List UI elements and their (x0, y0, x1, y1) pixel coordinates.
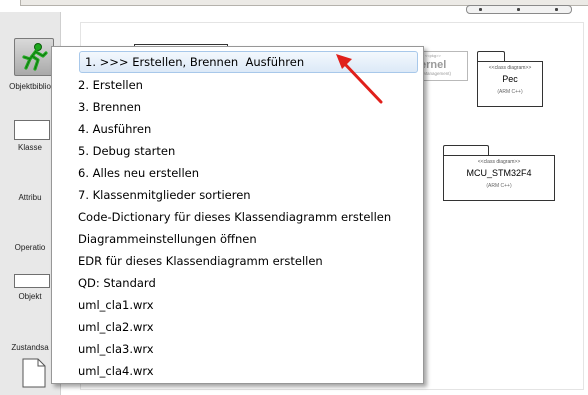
package-stereotype: <<class diagram>> (488, 65, 532, 71)
kernel-stereotype: <<pkg>> (425, 53, 441, 58)
menu-item-uml-cla1[interactable]: uml_cla1.wrx (78, 294, 154, 316)
package-stereotype: <<class diagram>> (477, 159, 521, 165)
menu-item-diagram-settings[interactable]: Diagrammeinstellungen öffnen (78, 228, 257, 250)
menu-item-sort-members[interactable]: 7. Klassenmitglieder sortieren (78, 184, 251, 206)
scroll-indicator[interactable] (466, 5, 572, 14)
package-name: Pec (502, 74, 518, 84)
menu-item-rebuild-all[interactable]: 6. Alles neu erstellen (78, 162, 199, 184)
package-body: <<class diagram>> MCU_STM32F4 (ARM C++) (443, 155, 555, 201)
red-arrow-icon (336, 54, 383, 104)
scroll-dot-icon (479, 8, 482, 11)
menu-item-build[interactable]: 2. Erstellen (78, 74, 143, 96)
class-diagram-mcu-stm32f4[interactable]: <<class diagram>> MCU_STM32F4 (ARM C++) (443, 145, 555, 201)
package-body: <<class diagram>> Pec (ARM C++) (477, 61, 543, 107)
object-shape-icon[interactable] (14, 274, 50, 288)
run-button[interactable] (14, 38, 54, 76)
package-language: (ARM C++) (486, 183, 512, 189)
package-name: MCU_STM32F4 (466, 168, 532, 178)
menu-item-debug[interactable]: 5. Debug starten (78, 140, 175, 162)
menu-item-run[interactable]: 4. Ausführen (78, 118, 151, 140)
document-icon[interactable] (22, 358, 46, 388)
running-man-icon (22, 43, 48, 71)
class-diagram-pec[interactable]: <<class diagram>> Pec (ARM C++) (477, 51, 543, 107)
class-shape-icon[interactable] (14, 120, 50, 140)
menu-item-qd-standard[interactable]: QD: Standard (78, 272, 156, 294)
top-toolbar (0, 0, 588, 14)
menu-item-burn[interactable]: 3. Brennen (78, 96, 141, 118)
scroll-dot-icon (555, 8, 558, 11)
package-language: (ARM C++) (497, 89, 523, 95)
menu-item-uml-cla4[interactable]: uml_cla4.wrx (78, 360, 154, 382)
kernel-subtitle: l Management) (421, 71, 452, 76)
menu-item-uml-cla3[interactable]: uml_cla3.wrx (78, 338, 154, 360)
scroll-dot-icon (517, 8, 520, 11)
menu-item-code-dictionary[interactable]: Code-Dictionary für dieses Klassendiagra… (78, 206, 391, 228)
menu-item-edr[interactable]: EDR für dieses Klassendiagramm erstellen (78, 250, 323, 272)
menu-item-uml-cla2[interactable]: uml_cla2.wrx (78, 316, 154, 338)
